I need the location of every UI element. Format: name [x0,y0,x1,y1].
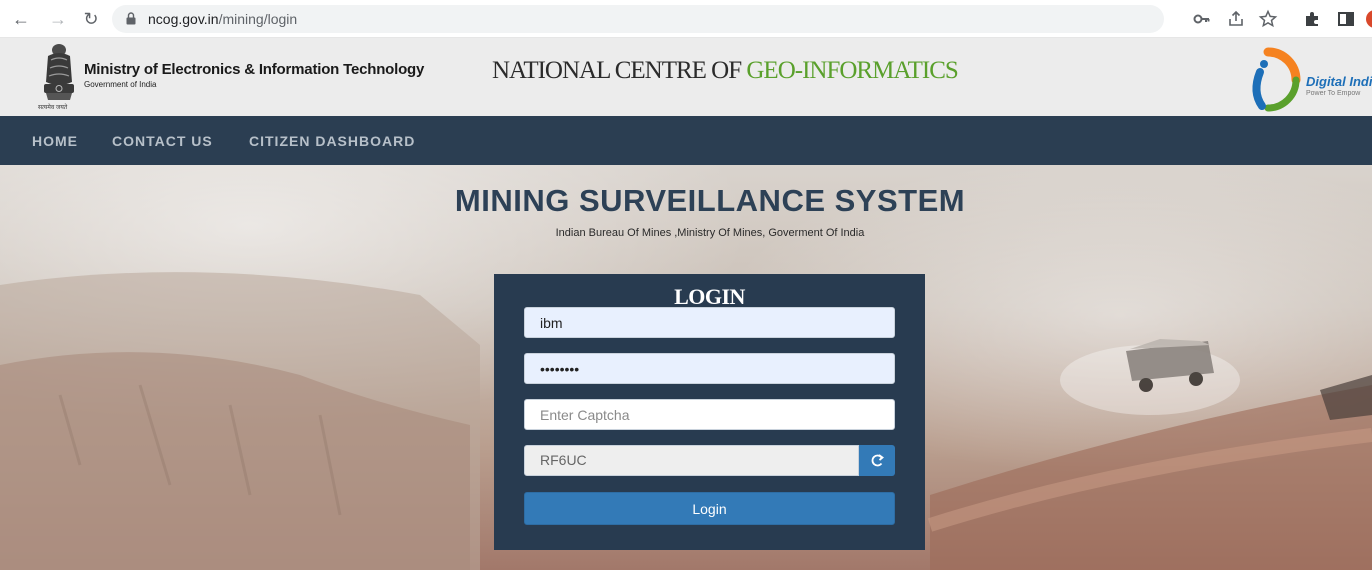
refresh-icon [871,454,884,467]
puzzle-icon[interactable] [1302,9,1322,29]
ncog-title-geo: GEO-INFORMATICS [746,57,958,84]
digital-india-tagline: Power To Empow [1306,90,1361,97]
share-icon[interactable] [1226,9,1246,29]
page-subtitle: Indian Bureau Of Mines ,Ministry Of Mine… [555,227,865,239]
emblem-caption: सत्यमेव जयते [38,105,68,111]
nav-citizen-dashboard[interactable]: CITIZEN DASHBOARD [249,133,415,149]
ncog-title: NATIONAL CENTRE OF GEO-INFORMATICS [492,57,959,85]
browser-toolbar: ← → ↻ ncog.gov.in/mining/login [0,0,1372,38]
url-path: /mining/login [218,11,298,27]
lock-icon [126,12,136,25]
forward-arrow-icon[interactable]: → [47,8,69,30]
key-icon[interactable] [1192,9,1212,29]
national-emblem-icon [44,44,74,100]
address-bar[interactable]: ncog.gov.in/mining/login [112,5,1278,33]
username-input[interactable] [524,307,895,338]
hero-section: MINING SURVEILLANCE SYSTEM Indian Bureau… [0,165,1372,570]
ncog-title-main: NATIONAL CENTRE OF [492,57,747,84]
digital-india-logo-icon[interactable] [1238,42,1308,112]
nav-contact-us[interactable]: CONTACT US [112,133,213,149]
login-panel: LOGIN RF6UC Login [494,274,925,550]
main-navigation: HOME CONTACT US CITIZEN DASHBOARD [0,116,1372,165]
captcha-input[interactable] [524,399,895,430]
reload-icon[interactable]: ↻ [80,8,102,30]
login-button[interactable]: Login [524,492,895,525]
back-arrow-icon[interactable]: ← [10,8,32,30]
refresh-captcha-button[interactable] [859,445,895,476]
ministry-subtitle: Government of India [84,80,157,89]
page-title: MINING SURVEILLANCE SYSTEM [454,183,966,218]
captcha-code: RF6UC [524,445,859,476]
star-icon[interactable] [1258,9,1278,29]
nav-home[interactable]: HOME [32,133,78,149]
sidepanel-icon[interactable] [1336,9,1356,29]
url-text: ncog.gov.in/mining/login [148,11,297,27]
site-header: सत्यमेव जयते Ministry of Electronics & I… [0,38,1372,116]
password-input[interactable] [524,353,895,384]
digital-india-text: Digital Indi [1306,74,1372,89]
ministry-title[interactable]: Ministry of Electronics & Information Te… [84,61,424,78]
url-host: ncog.gov.in [148,11,219,27]
profile-avatar[interactable] [1366,10,1372,28]
